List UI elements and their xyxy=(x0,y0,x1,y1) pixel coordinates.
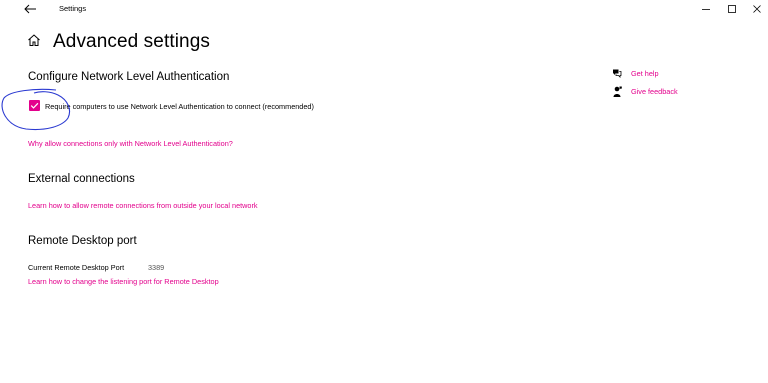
external-link[interactable]: Learn how to allow remote connections fr… xyxy=(28,201,258,210)
chat-help-icon xyxy=(613,69,622,78)
maximize-icon[interactable] xyxy=(725,3,739,15)
page-title: Advanced settings xyxy=(53,31,210,52)
get-help-link[interactable]: Get help xyxy=(631,69,659,78)
feedback-person-icon xyxy=(613,86,622,97)
title-bar: Settings xyxy=(0,0,768,18)
port-label: Current Remote Desktop Port xyxy=(28,263,125,272)
minimize-icon[interactable] xyxy=(699,3,713,15)
home-icon[interactable] xyxy=(27,33,41,47)
why-nla-link[interactable]: Why allow connections only with Network … xyxy=(28,139,233,148)
nla-heading: Configure Network Level Authentication xyxy=(28,71,230,83)
annotation-circle xyxy=(1,88,71,131)
external-heading: External connections xyxy=(28,173,135,185)
close-icon[interactable] xyxy=(750,3,764,15)
port-value: 3389 xyxy=(148,263,165,272)
give-feedback-link[interactable]: Give feedback xyxy=(631,87,678,96)
port-heading: Remote Desktop port xyxy=(28,235,137,247)
app-title: Settings xyxy=(59,4,87,13)
back-arrow-icon[interactable] xyxy=(22,2,38,16)
port-link[interactable]: Learn how to change the listening port f… xyxy=(28,277,219,286)
nla-checkbox-label[interactable]: Require computers to use Network Level A… xyxy=(45,102,315,112)
